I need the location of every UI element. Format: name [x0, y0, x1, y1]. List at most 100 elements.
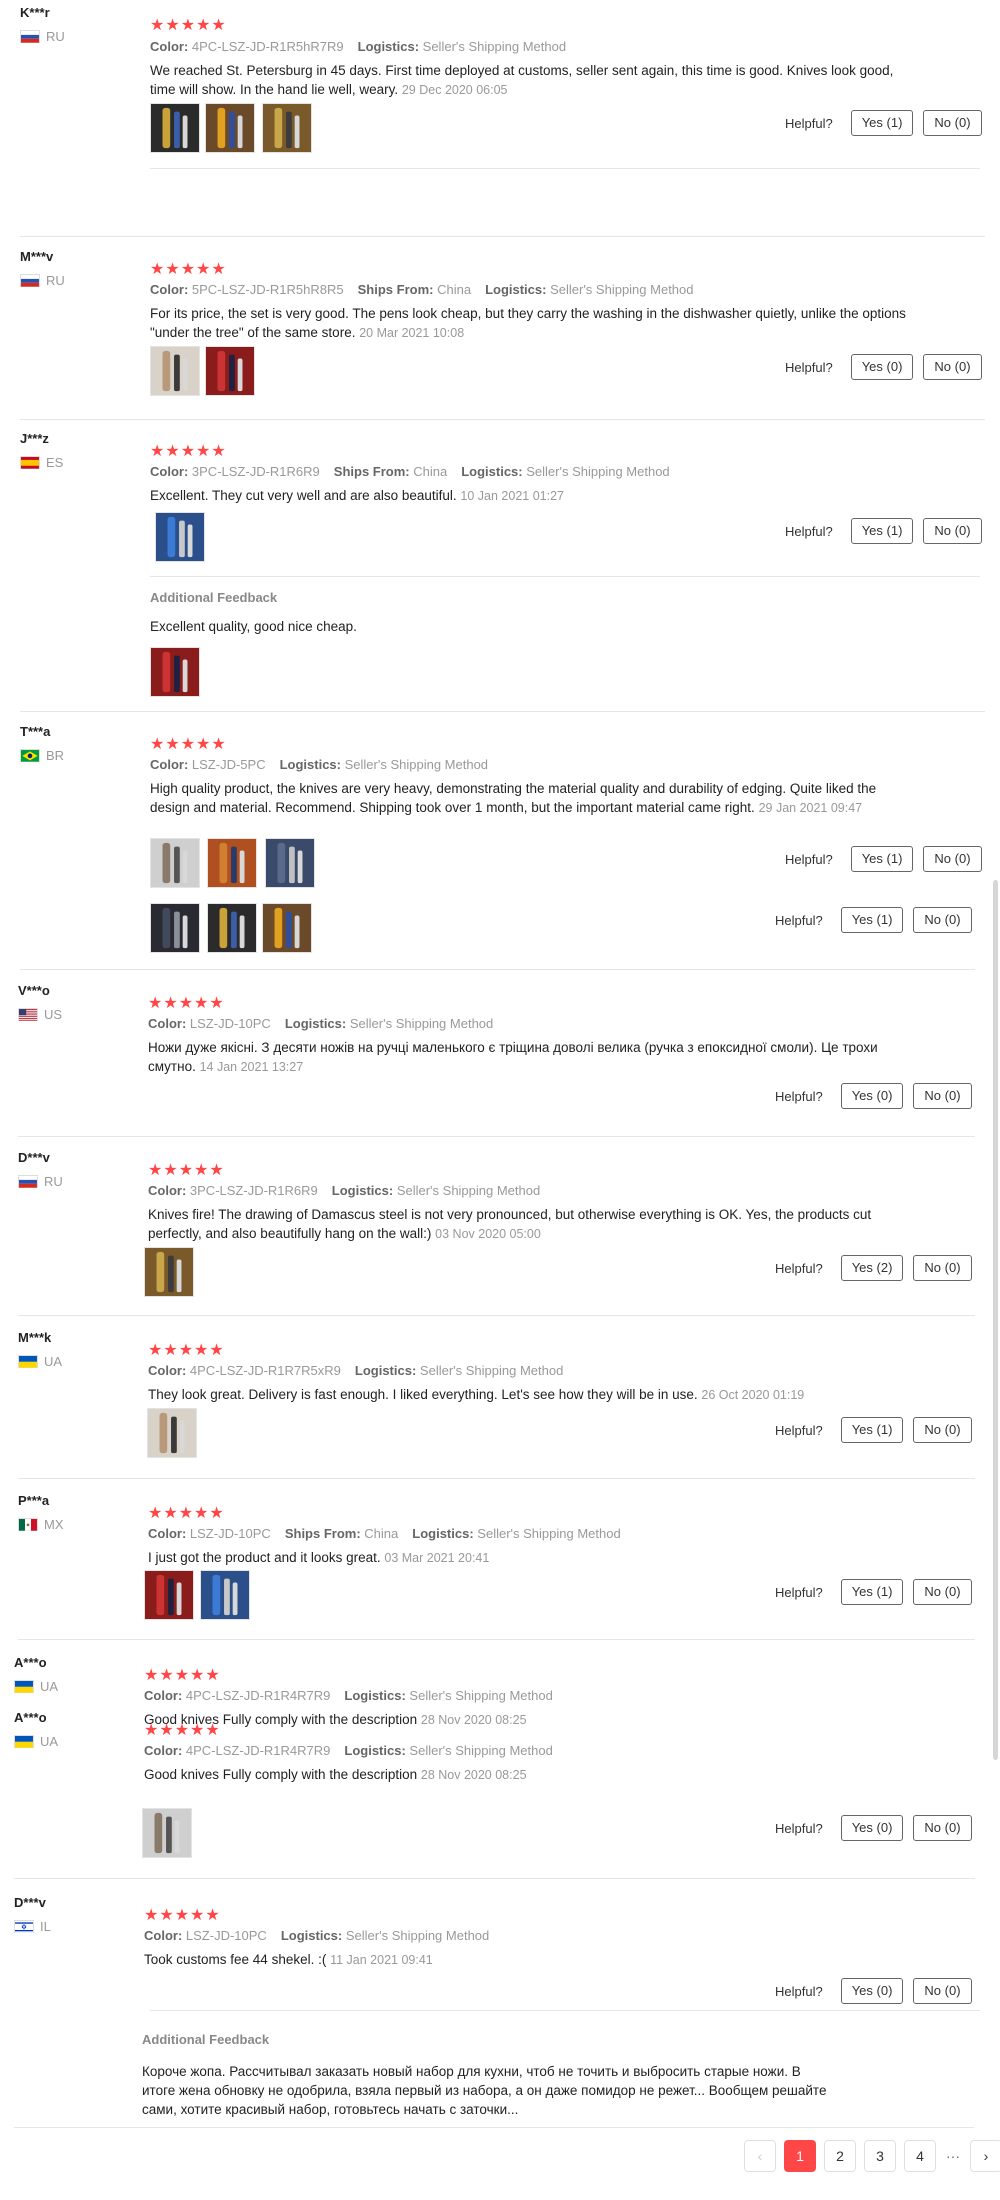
review-photo[interactable]	[265, 838, 315, 888]
helpful-yes-button[interactable]: Yes (1)	[850, 518, 914, 544]
review-photo[interactable]	[150, 838, 200, 888]
logistics-value: Seller's Shipping Method	[419, 1363, 564, 1378]
review-date: 28 Nov 2020 08:25	[420, 1713, 527, 1727]
page-4-button[interactable]: 4	[904, 2140, 936, 2172]
helpful-no-button[interactable]: No (0)	[913, 1978, 972, 2004]
review-photo[interactable]	[155, 512, 205, 562]
helpful-no-button[interactable]: No (0)	[923, 518, 982, 544]
helpful-no-button[interactable]: No (0)	[913, 907, 972, 933]
helpful-no-button[interactable]: No (0)	[913, 1083, 972, 1109]
color-value: 4PC-LSZ-JD-R1R5hR7R9	[191, 39, 344, 54]
helpful-yes-button[interactable]: Yes (0)	[840, 1978, 904, 2004]
review-photo[interactable]	[144, 1247, 194, 1297]
review-photo[interactable]	[142, 1808, 192, 1858]
star-rating: ★★★★★	[144, 1667, 221, 1684]
ships-from-label: Ships From:	[333, 464, 410, 479]
review-text-content: They look great. Delivery is fast enough…	[148, 1387, 702, 1402]
review-meta: Color: 4PC-LSZ-JD-R1R4R7R9 Logistics: Sel…	[144, 1743, 553, 1758]
page-1-button[interactable]: 1	[784, 2140, 816, 2172]
helpful-no-button[interactable]: No (0)	[923, 846, 982, 872]
reviewer-country: US	[18, 1007, 62, 1022]
country-code: RU	[46, 29, 65, 44]
star-rating: ★★★★★	[150, 443, 227, 460]
helpful-yes-button[interactable]: Yes (2)	[840, 1255, 904, 1281]
logistics-value: Seller's Shipping Method	[409, 1743, 553, 1758]
review-photo[interactable]	[205, 103, 255, 153]
review-meta: Color: 4PC-LSZ-JD-R1R5hR7R9 Logistics: Se…	[150, 39, 566, 54]
reviewer-name: T***a	[20, 724, 51, 739]
review-photo[interactable]	[207, 903, 257, 953]
review-photo[interactable]	[207, 838, 257, 888]
review-text-content: I just got the product and it looks grea…	[148, 1550, 385, 1565]
additional-feedback-text: Короче жопа. Рассчитывал заказать новый …	[142, 2064, 827, 2117]
review-date: 03 Mar 2021 20:41	[384, 1551, 490, 1565]
logistics-label: Logistics:	[354, 1363, 417, 1378]
review-photo[interactable]	[205, 346, 255, 396]
scrollbar[interactable]	[993, 880, 998, 1760]
review-photo[interactable]	[144, 1570, 194, 1620]
review-text: We reached St. Petersburg in 45 days. Fi…	[150, 61, 910, 100]
country-code: UA	[40, 1679, 59, 1694]
review-text: I just got the product and it looks grea…	[148, 1548, 878, 1568]
review-text-content: Good knives Fully comply with the descri…	[144, 1767, 421, 1782]
helpful-bar: Helpful? Yes (0) No (0)	[775, 1083, 972, 1109]
review-meta: Color: 3PC-LSZ-JD-R1R6R9 Ships From: Chin…	[150, 464, 670, 479]
logistics-label: Logistics:	[485, 282, 547, 297]
helpful-no-button[interactable]: No (0)	[923, 110, 982, 136]
helpful-yes-button[interactable]: Yes (1)	[850, 110, 914, 136]
helpful-yes-button[interactable]: Yes (0)	[840, 1815, 904, 1841]
helpful-label: Helpful?	[775, 1820, 823, 1836]
helpful-yes-button[interactable]: Yes (1)	[840, 907, 904, 933]
review-text-content: For its price, the set is very good. The…	[150, 306, 906, 340]
helpful-no-button[interactable]: No (0)	[913, 1417, 972, 1443]
review-photo[interactable]	[150, 346, 200, 396]
page-2-button[interactable]: 2	[824, 2140, 856, 2172]
review-photo[interactable]	[200, 1570, 250, 1620]
logistics-label: Logistics:	[461, 464, 523, 479]
color-value: LSZ-JD-10PC	[185, 1928, 267, 1943]
country-code: MX	[44, 1517, 64, 1532]
next-page-button[interactable]: ›	[970, 2140, 1000, 2172]
helpful-yes-button[interactable]: Yes (1)	[850, 846, 914, 872]
reviewer-name: M***v	[20, 249, 54, 264]
helpful-yes-button[interactable]: Yes (0)	[850, 354, 914, 380]
review-photo[interactable]	[262, 103, 312, 153]
star-rating: ★★★★★	[144, 1907, 221, 1924]
review-photo[interactable]	[150, 903, 200, 953]
review-photo[interactable]	[150, 647, 200, 697]
helpful-label: Helpful?	[785, 115, 833, 131]
prev-page-button[interactable]: ‹	[744, 2140, 776, 2172]
logistics-label: Logistics:	[357, 39, 420, 54]
helpful-bar: Helpful? Yes (1) No (0)	[775, 1417, 972, 1443]
star-rating: ★★★★★	[148, 1342, 225, 1359]
review-photo[interactable]	[150, 103, 200, 153]
helpful-bar: Helpful? Yes (0) No (0)	[785, 354, 982, 380]
helpful-yes-button[interactable]: Yes (1)	[840, 1417, 904, 1443]
helpful-yes-button[interactable]: Yes (0)	[840, 1083, 904, 1109]
country-code: US	[44, 1007, 63, 1022]
helpful-no-button[interactable]: No (0)	[913, 1579, 972, 1605]
helpful-no-button[interactable]: No (0)	[923, 354, 982, 380]
page-3-button[interactable]: 3	[864, 2140, 896, 2172]
country-code: BR	[46, 748, 65, 763]
review-divider	[14, 1878, 975, 1879]
reviewer-country: IL	[14, 1919, 51, 1934]
helpful-bar: Helpful? Yes (0) No (0)	[775, 1978, 972, 2004]
review-text: For its price, the set is very good. The…	[150, 304, 910, 343]
helpful-no-button[interactable]: No (0)	[913, 1815, 972, 1841]
logistics-label: Logistics:	[284, 1016, 347, 1031]
logistics-value: Seller's Shipping Method	[477, 1526, 621, 1541]
helpful-no-button[interactable]: No (0)	[913, 1255, 972, 1281]
helpful-yes-button[interactable]: Yes (1)	[840, 1579, 904, 1605]
color-label: Color:	[150, 282, 189, 297]
review-photo[interactable]	[262, 903, 312, 953]
flag-icon-ru	[18, 1175, 38, 1188]
review-meta: Color: 5PC-LSZ-JD-R1R5hR8R5 Ships From: C…	[150, 282, 694, 297]
logistics-value: Seller's Shipping Method	[349, 1016, 494, 1031]
flag-icon-ru	[20, 274, 40, 287]
color-label: Color:	[150, 464, 189, 479]
helpful-label: Helpful?	[775, 1260, 823, 1276]
review-photo[interactable]	[147, 1408, 197, 1458]
reviewer-name: K***r	[20, 5, 50, 20]
helpful-bar: Helpful? Yes (2) No (0)	[775, 1255, 972, 1281]
